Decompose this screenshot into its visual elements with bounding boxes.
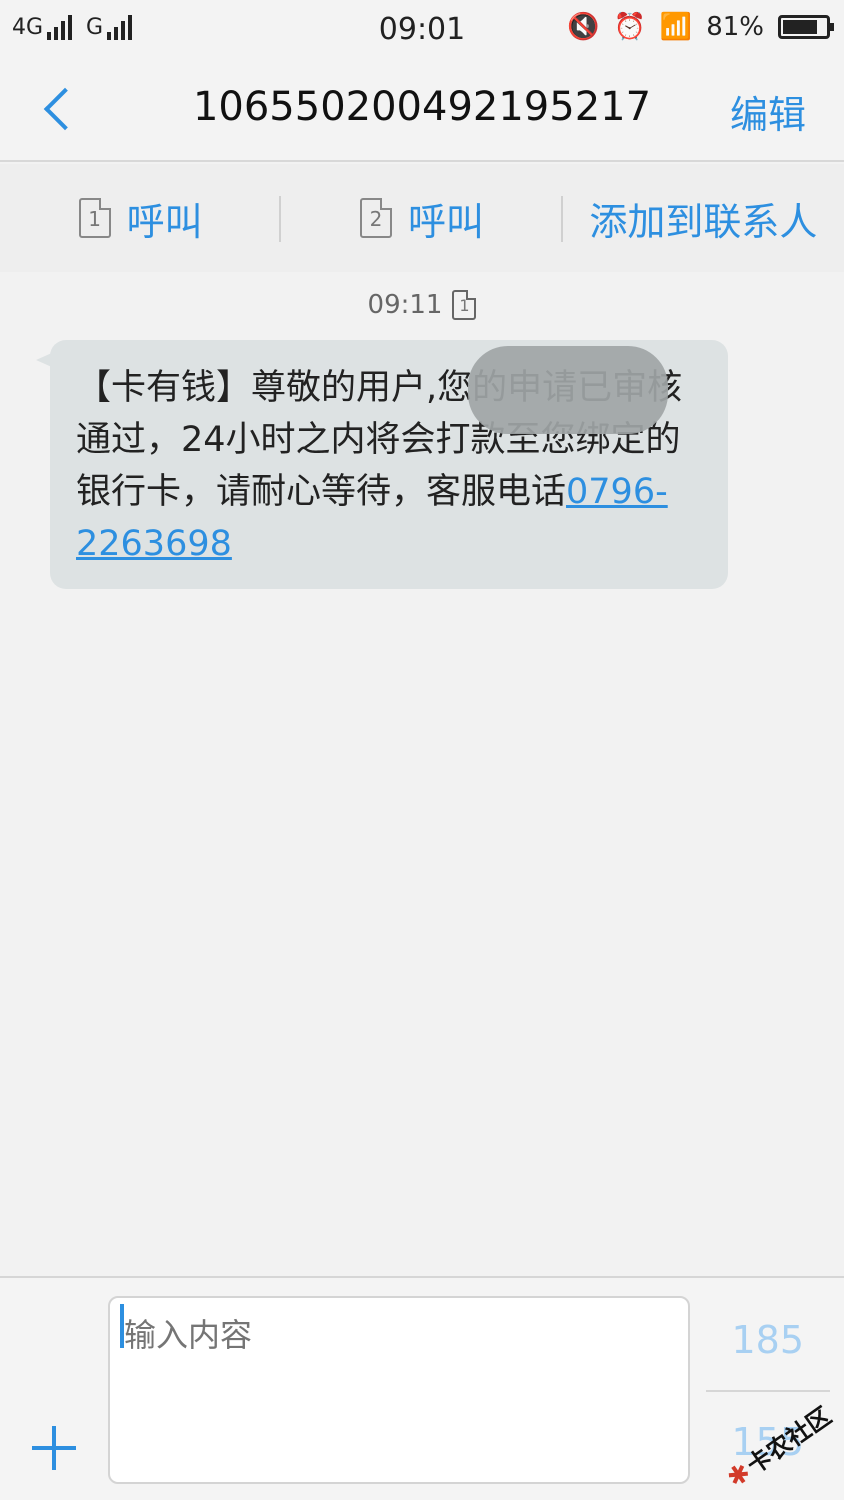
- message-input[interactable]: [108, 1296, 690, 1484]
- message-time: 09:11: [367, 290, 443, 320]
- alarm-icon: ⏰: [613, 12, 646, 42]
- sim-card-icon: 1: [452, 290, 477, 320]
- call-sim2-button[interactable]: 2 呼叫: [281, 164, 563, 272]
- battery-percent: 81%: [706, 12, 764, 42]
- sim-card-icon: 2: [359, 198, 392, 238]
- redaction-blur: [468, 346, 668, 434]
- edit-button[interactable]: 编辑: [730, 84, 806, 139]
- wifi-icon: 📶: [659, 12, 693, 42]
- mute-icon: 🔇: [567, 12, 600, 42]
- composer-bar: 185 155 ✱卡农社区: [0, 1276, 844, 1500]
- add-attachment-icon[interactable]: [32, 1426, 76, 1470]
- call-label: 呼叫: [126, 199, 203, 244]
- add-contact-button[interactable]: 添加到联系人: [563, 164, 844, 272]
- message-timestamp: 09:11 1: [0, 290, 844, 320]
- sim-card-icon: 1: [78, 198, 111, 238]
- battery-icon: [778, 15, 834, 39]
- action-bar: 1 呼叫 2 呼叫 添加到联系人: [0, 164, 844, 272]
- status-bar: 4G G 09:01 🔇 ⏰ 📶 81%: [0, 0, 844, 60]
- sender-number: 10655020049219521​7: [192, 84, 652, 130]
- call-label: 呼叫: [407, 199, 484, 244]
- add-contact-label: 添加到联系人: [589, 199, 818, 244]
- text-caret: [120, 1304, 124, 1348]
- status-icons: 🔇 ⏰ 📶 81%: [567, 12, 834, 42]
- watermark-text: 卡农社区: [741, 1401, 837, 1480]
- message-bubble[interactable]: 【卡有钱】尊敬的用户,您的申请已审核通过，24小时之内将会打款至您绑定的银行卡，…: [36, 340, 728, 589]
- conversation-header: 10655020049219521​7 编辑: [0, 60, 844, 162]
- send-sim1-button[interactable]: 185: [731, 1318, 804, 1362]
- call-sim1-button[interactable]: 1 呼叫: [0, 164, 282, 272]
- divider: [706, 1390, 830, 1392]
